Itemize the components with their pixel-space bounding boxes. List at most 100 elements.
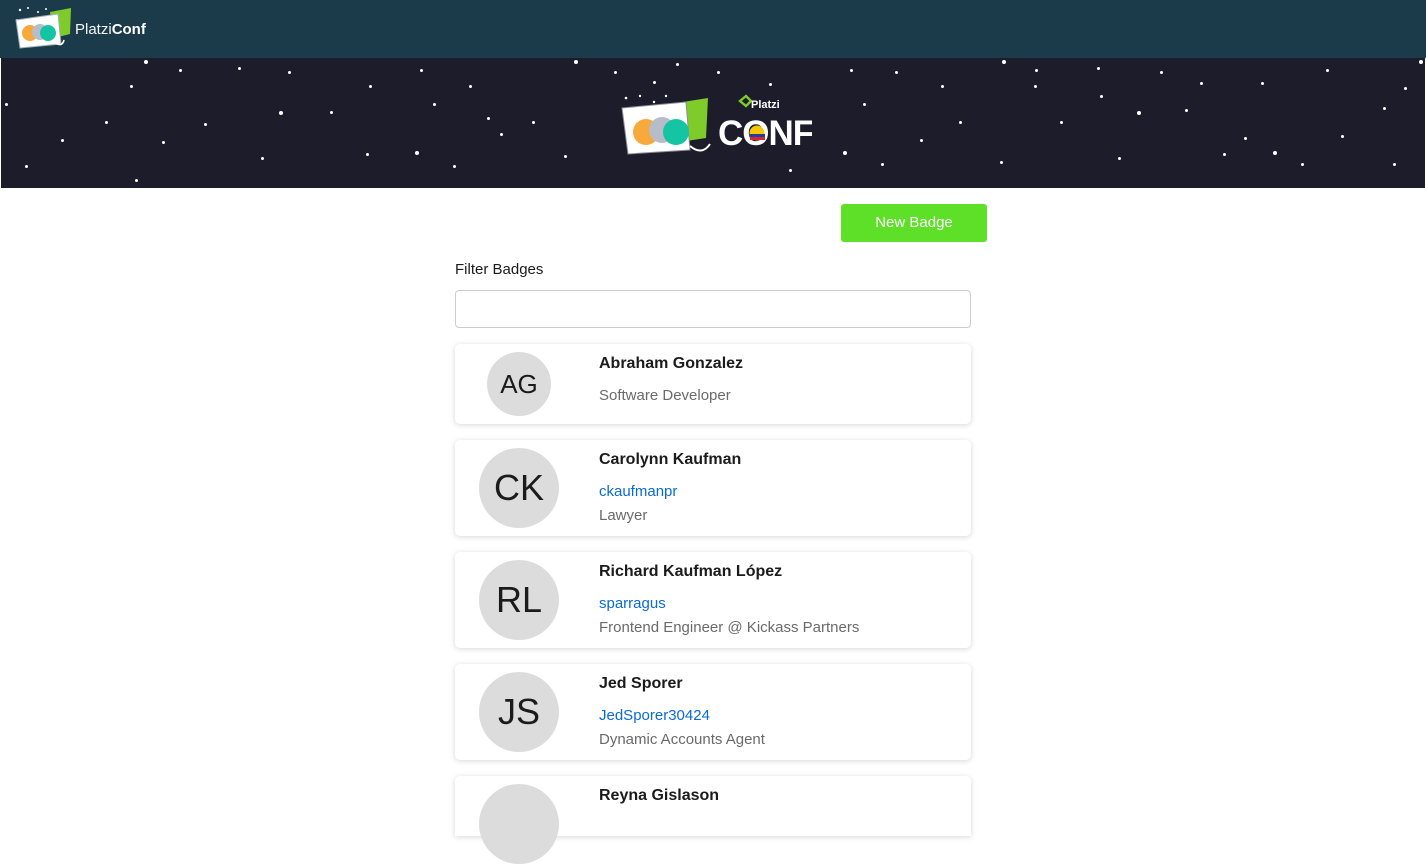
badge-list-item[interactable]: Reyna Gislason — [455, 776, 971, 864]
badge-list-item[interactable]: JS Jed Sporer JedSporer30424 Dynamic Acc… — [455, 664, 971, 760]
star-decoration — [1393, 163, 1396, 166]
star-decoration — [1002, 60, 1006, 64]
star-decoration — [1383, 107, 1386, 110]
star-decoration — [532, 121, 535, 124]
star-decoration — [1244, 137, 1247, 140]
star-decoration — [717, 71, 720, 74]
star-decoration — [144, 60, 148, 64]
star-decoration — [1185, 109, 1188, 112]
brand-text-conf: Conf — [111, 20, 146, 38]
avatar: CK — [479, 448, 559, 528]
star-decoration — [1419, 60, 1423, 64]
star-decoration — [279, 111, 283, 115]
badge-job-title: Dynamic Accounts Agent — [599, 731, 765, 748]
avatar: JS — [479, 672, 559, 752]
star-decoration — [653, 81, 656, 84]
brand-text-platzi: Platzi — [75, 20, 112, 38]
star-decoration — [179, 69, 182, 72]
star-decoration — [366, 153, 369, 156]
star-decoration — [1137, 111, 1141, 115]
star-decoration — [415, 151, 419, 155]
star-decoration — [453, 165, 456, 168]
star-decoration — [1223, 153, 1226, 156]
star-decoration — [676, 63, 679, 66]
badge-name: Carolynn Kaufman — [599, 451, 742, 468]
platzi-diamond-icon — [738, 94, 753, 108]
star-decoration — [369, 85, 372, 88]
badge-job-title: Frontend Engineer @ Kickass Partners — [599, 619, 860, 636]
star-decoration — [130, 85, 133, 88]
badge-twitter-link[interactable]: JedSporer30424 — [599, 707, 710, 724]
star-decoration — [1404, 87, 1407, 90]
star-decoration — [469, 85, 472, 88]
star-decoration — [500, 133, 503, 136]
avatar: RL — [479, 560, 559, 640]
star-decoration — [5, 103, 8, 106]
avatar: AG — [487, 352, 551, 416]
platziconf-logo-icon — [15, 7, 71, 49]
filter-badges-input[interactable] — [455, 290, 971, 328]
star-decoration — [850, 69, 853, 72]
star-decoration — [204, 123, 207, 126]
star-decoration — [1341, 135, 1344, 138]
badge-job-title: Lawyer — [599, 507, 648, 524]
hero-logo-conf-text: CONF — [718, 114, 812, 153]
star-decoration — [238, 67, 241, 70]
new-badge-button[interactable]: New Badge — [841, 204, 987, 242]
star-decoration — [433, 103, 436, 106]
star-decoration — [25, 165, 28, 168]
star-decoration — [1326, 69, 1329, 72]
star-decoration — [105, 121, 108, 124]
star-decoration — [420, 69, 423, 72]
badge-list-item[interactable]: AG Abraham Gonzalez Software Developer — [455, 344, 971, 424]
star-decoration — [1035, 69, 1038, 72]
avatar — [479, 784, 559, 864]
hero-book-icon — [621, 94, 711, 155]
star-decoration — [920, 139, 923, 142]
star-decoration — [564, 155, 567, 158]
star-decoration — [769, 83, 772, 86]
badge-twitter-link[interactable]: sparragus — [599, 595, 666, 612]
star-decoration — [843, 151, 847, 155]
star-decoration — [61, 139, 64, 142]
star-decoration — [487, 117, 490, 120]
badge-list-item[interactable]: CK Carolynn Kaufman ckaufmanpr Lawyer — [455, 440, 971, 536]
star-decoration — [1301, 163, 1304, 166]
star-decoration — [614, 71, 617, 74]
star-decoration — [1273, 151, 1277, 155]
star-decoration — [574, 60, 578, 64]
star-decoration — [261, 157, 264, 160]
star-decoration — [1100, 95, 1103, 98]
hero-conf-logo: Platzi CONF — [621, 94, 812, 155]
badge-name: Jed Sporer — [599, 675, 683, 692]
hero-logo-platzi-text: Platzi — [751, 99, 780, 111]
star-decoration — [1261, 82, 1264, 85]
star-decoration — [1060, 121, 1063, 124]
star-decoration — [330, 111, 333, 114]
star-decoration — [1160, 71, 1163, 74]
star-decoration — [941, 85, 944, 88]
star-decoration — [959, 121, 962, 124]
badge-name: Reyna Gislason — [599, 787, 720, 804]
badge-job-title: Software Developer — [599, 387, 731, 404]
star-decoration — [1034, 85, 1037, 88]
star-decoration — [895, 71, 898, 74]
badge-name: Abraham Gonzalez — [599, 355, 744, 372]
star-decoration — [135, 179, 138, 182]
star-decoration — [789, 169, 792, 172]
navbar-brand-link[interactable]: PlatziConf — [14, 6, 146, 50]
badge-list-item[interactable]: RL Richard Kaufman López sparragus Front… — [455, 552, 971, 648]
filter-badges-label: Filter Badges — [455, 261, 544, 278]
star-decoration — [1200, 82, 1203, 85]
star-decoration — [881, 163, 884, 166]
top-navbar: PlatziConf — [0, 0, 1426, 58]
badge-twitter-link[interactable]: ckaufmanpr — [599, 483, 677, 500]
star-decoration — [1000, 161, 1003, 164]
star-decoration — [162, 141, 165, 144]
badge-name: Richard Kaufman López — [599, 563, 783, 580]
star-decoration — [1118, 157, 1121, 160]
star-decoration — [863, 103, 866, 106]
hero-banner: Platzi CONF — [1, 58, 1425, 188]
star-decoration — [1097, 67, 1100, 70]
star-decoration — [288, 71, 291, 74]
